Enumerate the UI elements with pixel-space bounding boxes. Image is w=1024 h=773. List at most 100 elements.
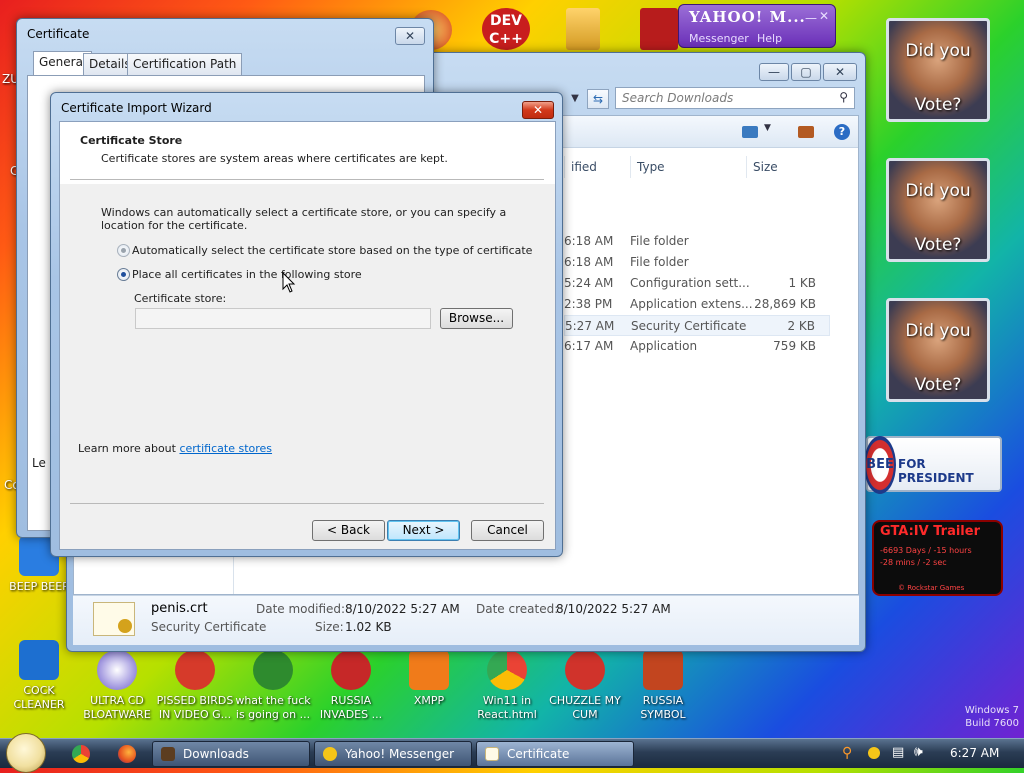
desktop-icon[interactable]: Win11 in React.html — [468, 650, 546, 722]
table-row-selected[interactable]: 5:27 AM Security Certificate 2 KB — [564, 315, 830, 336]
details-filetype: Security Certificate — [151, 620, 267, 634]
bird-icon — [253, 650, 293, 690]
wizard-header: Certificate Store Certificate stores are… — [60, 122, 555, 184]
minimize-button[interactable]: — — [759, 63, 789, 81]
window-title: Certificate — [27, 27, 90, 41]
seal-icon — [118, 619, 132, 633]
table-row[interactable]: 5:24 AM Configuration sett... 1 KB — [564, 273, 830, 294]
game-icon — [640, 8, 678, 50]
header-description: Certificate stores are system areas wher… — [101, 152, 448, 165]
desktop-icon[interactable]: RUSSIA INVADES ... — [312, 650, 390, 722]
column-header-modified[interactable]: ified — [564, 156, 630, 178]
refresh-icon[interactable]: ⇆ — [587, 89, 609, 109]
radio-auto-select[interactable] — [117, 244, 130, 257]
vote-gadget[interactable]: Did you Vote? — [886, 158, 990, 262]
chevron-down-icon[interactable]: ▼ — [764, 123, 771, 133]
yahoo-logo: YAHOO! M... — [689, 8, 806, 26]
table-row[interactable]: 2:38 PM Application extens... 28,869 KB — [564, 294, 830, 315]
row-time: 2:38 PM — [564, 297, 613, 311]
menu-help[interactable]: Help — [757, 32, 782, 45]
desktop-icon[interactable]: XMPP — [390, 650, 468, 708]
desktop-icon-label: DEV C++ — [489, 13, 523, 47]
desktop-icon[interactable]: what the fuck is going on ... — [234, 650, 312, 722]
gadget-title: Did you — [905, 41, 971, 61]
certificate-store-field[interactable] — [135, 308, 431, 329]
row-type: Application — [630, 339, 698, 353]
details-created-label: Date created: — [476, 602, 559, 616]
taskbar-button-label: Downloads — [183, 747, 249, 761]
browse-button[interactable]: Browse... — [440, 308, 513, 329]
maximize-button[interactable]: ▢ — [791, 63, 821, 81]
desktop-icon-label: RUSSIA SYMBOL — [640, 694, 686, 721]
views-icon[interactable] — [742, 126, 758, 138]
table-row[interactable]: 6:18 AM File folder — [564, 252, 830, 273]
president-text: FOR PRESIDENT — [898, 457, 974, 485]
firefox-icon[interactable] — [118, 745, 136, 763]
network-icon[interactable]: ▤ — [892, 745, 904, 760]
gta-gadget[interactable]: GTA:IV Trailer -6693 Days / -15 hours -2… — [872, 520, 1003, 596]
vote-gadget[interactable]: Did you Vote? — [886, 298, 990, 402]
close-button[interactable]: ✕ — [395, 27, 425, 45]
chevron-down-icon[interactable]: ▼ — [565, 89, 585, 109]
taskbar-button-yahoo[interactable]: Yahoo! Messenger — [314, 741, 472, 767]
header-title: Certificate Store — [80, 134, 183, 147]
certificate-import-wizard[interactable]: Certificate Import Wizard ✕ Certificate … — [50, 92, 563, 557]
cert-fragment: Le — [32, 456, 46, 470]
row-size: 759 KB — [773, 339, 816, 353]
taskbar: Downloads Yahoo! Messenger Certificate ⚲… — [0, 733, 1024, 773]
desktop-icon[interactable]: CHUZZLE MY CUM — [546, 650, 624, 722]
row-time: 6:18 AM — [564, 255, 614, 269]
search-input[interactable]: Search Downloads ⚲ — [615, 87, 855, 109]
certificate-stores-link[interactable]: certificate stores — [179, 442, 272, 455]
menu-messenger[interactable]: Messenger — [689, 32, 749, 45]
option-manual-label[interactable]: Place all certificates in the following … — [132, 268, 362, 281]
desktop-icon-label: PISSED BIRDS IN VIDEO G... — [156, 694, 234, 721]
chrome-icon[interactable] — [72, 745, 90, 763]
taskbar-button-downloads[interactable]: Downloads — [152, 741, 310, 767]
desktop-icon-devcpp[interactable]: DEV C++ — [482, 8, 530, 50]
table-row[interactable]: 6:18 AM File folder — [564, 231, 830, 252]
radio-place-in-store[interactable] — [117, 268, 130, 281]
table-row[interactable]: 6:17 AM Application 759 KB — [564, 336, 830, 357]
divider — [70, 179, 544, 180]
details-size-label: Size: — [315, 620, 344, 634]
preview-pane-icon[interactable] — [798, 126, 814, 138]
column-header-size[interactable]: Size — [746, 156, 826, 178]
row-type: File folder — [630, 234, 689, 248]
tab-certification-path[interactable]: Certification Path — [127, 53, 243, 75]
vote-gadget[interactable]: Did you Vote? — [886, 18, 990, 122]
yahoo-icon — [323, 747, 337, 761]
back-button[interactable]: < Back — [312, 520, 385, 541]
desktop-icon[interactable]: COCK CLEANER — [0, 640, 78, 712]
president-gadget[interactable]: BEE FOR PRESIDENT — [864, 436, 1002, 494]
help-icon[interactable]: ? — [834, 124, 850, 140]
row-type: File folder — [630, 255, 689, 269]
close-icon[interactable]: ✕ — [819, 9, 829, 23]
start-button[interactable] — [6, 733, 46, 773]
option-auto-label[interactable]: Automatically select the certificate sto… — [132, 244, 532, 257]
yahoo-tray-icon[interactable] — [868, 747, 880, 759]
clock[interactable]: 6:27 AM — [950, 746, 999, 760]
search-tray-icon[interactable]: ⚲ — [842, 745, 852, 761]
next-button[interactable]: Next > — [387, 520, 460, 541]
minimize-icon[interactable]: — — [805, 11, 817, 25]
column-header-type[interactable]: Type — [630, 156, 746, 178]
gadget-subtitle: Vote? — [914, 235, 962, 255]
desktop-icon[interactable]: ULTRA CD BLOATWARE — [78, 650, 156, 722]
desktop-icon-label: CHUZZLE MY CUM — [549, 694, 621, 721]
close-button[interactable]: ✕ — [522, 101, 554, 119]
close-button[interactable]: ✕ — [823, 63, 857, 81]
yahoo-messenger-window[interactable]: YAHOO! M... — ✕ Messenger Help — [678, 4, 836, 48]
desktop-icon[interactable]: PISSED BIRDS IN VIDEO G... — [156, 650, 234, 722]
app-icon — [19, 640, 59, 680]
volume-icon[interactable]: 🕪 — [914, 744, 923, 760]
desktop-icon-label: what the fuck is going on ... — [235, 694, 311, 721]
gta-line: -28 mins / -2 sec — [880, 558, 947, 567]
details-size-value: 1.02 KB — [345, 620, 392, 634]
search-placeholder: Search Downloads — [622, 91, 734, 105]
cancel-button[interactable]: Cancel — [471, 520, 544, 541]
chuzzle-icon — [565, 650, 605, 690]
desktop-icon[interactable]: RUSSIA SYMBOL — [624, 650, 702, 722]
taskbar-button-certificate[interactable]: Certificate — [476, 741, 634, 767]
certificate-icon — [485, 747, 499, 761]
